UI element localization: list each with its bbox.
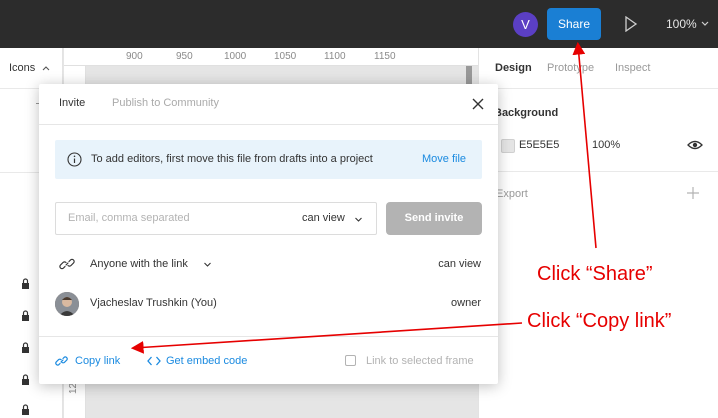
close-icon[interactable] [471, 97, 485, 111]
link-permission[interactable]: can view [438, 258, 481, 270]
divider [479, 88, 718, 89]
invite-permission-select[interactable]: can view [302, 212, 345, 224]
ruler-tick: 1050 [274, 51, 297, 62]
properties-panel: Design Prototype Inspect Background E5E5… [478, 48, 718, 418]
background-opacity-field[interactable]: 100% [592, 139, 620, 151]
chevron-down-icon[interactable] [700, 19, 710, 29]
invite-field: can view [55, 202, 377, 235]
user-name: Vjacheslav Trushkin (You) [90, 297, 217, 309]
code-icon[interactable] [147, 355, 161, 367]
tab-prototype[interactable]: Prototype [547, 62, 594, 74]
lock-icon[interactable] [21, 278, 30, 289]
divider [39, 336, 498, 337]
share-modal: Invite Publish to Community To add edito… [39, 84, 498, 384]
ruler-tick: 1150 [374, 51, 396, 62]
ruler-tick: 1100 [324, 51, 346, 62]
background-hex-field[interactable]: E5E5E5 [519, 139, 559, 151]
divider [479, 171, 718, 172]
page-tab-icons[interactable]: Icons [9, 62, 35, 74]
link-access-select[interactable]: Anyone with the link [90, 258, 188, 270]
link-icon[interactable] [55, 354, 69, 368]
zoom-level[interactable]: 100% [666, 17, 697, 31]
tab-design[interactable]: Design [495, 62, 532, 74]
link-to-frame-checkbox[interactable] [345, 355, 356, 366]
send-invite-button[interactable]: Send invite [386, 202, 482, 235]
user-avatar [55, 292, 79, 316]
chevron-up-icon[interactable] [42, 64, 50, 72]
user-role: owner [451, 297, 481, 309]
link-icon [59, 258, 75, 270]
move-file-link[interactable]: Move file [422, 153, 466, 165]
link-to-frame-label: Link to selected frame [366, 355, 474, 367]
eye-icon[interactable] [687, 139, 703, 151]
get-embed-code-button[interactable]: Get embed code [166, 355, 247, 367]
lock-icon[interactable] [21, 342, 30, 353]
top-toolbar: V Share 100% [0, 0, 718, 48]
chevron-down-icon[interactable] [203, 260, 212, 269]
notice-text: To add editors, first move this file fro… [91, 153, 373, 165]
chevron-down-icon[interactable] [354, 215, 363, 224]
user-avatar[interactable]: V [513, 12, 538, 37]
ruler-tick: 950 [176, 51, 193, 62]
info-icon [67, 152, 82, 167]
ruler-tick: 1000 [224, 51, 247, 62]
ruler-tick: 900 [126, 51, 143, 62]
background-section-title: Background [494, 107, 559, 119]
copy-link-button[interactable]: Copy link [75, 355, 120, 367]
export-section-title: Export [496, 188, 528, 200]
email-input[interactable] [68, 212, 258, 224]
lock-icon[interactable] [21, 310, 30, 321]
tab-publish-community[interactable]: Publish to Community [112, 97, 219, 109]
divider [39, 124, 498, 125]
tab-invite[interactable]: Invite [59, 97, 85, 109]
plus-icon[interactable] [687, 187, 699, 199]
tab-inspect[interactable]: Inspect [615, 62, 650, 74]
share-annotation: Click “Share” [537, 263, 653, 285]
share-button[interactable]: Share [547, 8, 601, 40]
background-color-swatch[interactable] [501, 139, 515, 153]
copy-link-annotation: Click “Copy link” [527, 310, 672, 332]
lock-icon[interactable] [21, 374, 30, 385]
drafts-notice: To add editors, first move this file fro… [55, 140, 482, 179]
lock-icon[interactable] [21, 404, 30, 415]
play-icon[interactable] [624, 16, 638, 32]
ruler-horizontal: 900 950 1000 1050 1100 1150 [64, 48, 478, 66]
